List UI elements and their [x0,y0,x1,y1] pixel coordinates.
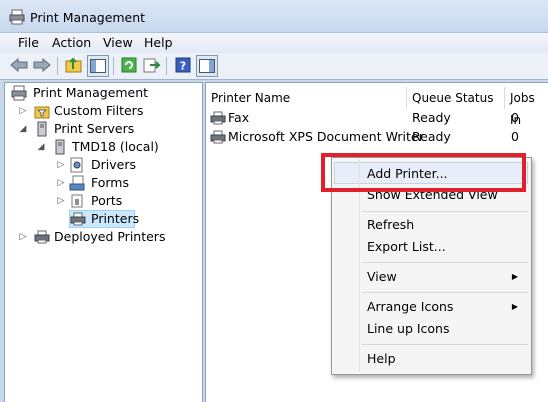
back-button[interactable] [9,55,29,75]
submenu-arrow-icon: ▶ [511,272,518,281]
menu-item-label: Help [367,351,396,366]
tree-label: Deployed Printers [54,229,166,244]
svg-text:?: ? [180,60,186,73]
printer-icon [210,130,226,144]
print-management-icon [11,85,27,101]
toolbar-separator [57,57,58,75]
menu-action[interactable]: Action [52,35,91,50]
export-icon [143,58,161,73]
tree-item-forms[interactable]: ▷ Forms [57,174,177,192]
toolbar-separator [113,57,114,75]
menu-help[interactable]: Help [144,35,173,50]
tree-label: Custom Filters [54,103,144,118]
printer-icon [70,212,86,226]
menu-separator [362,344,528,345]
printer-name-cell: Fax [228,110,250,125]
menu-separator [362,262,528,263]
tree-item-print-servers[interactable]: ◢ Print Servers [19,120,189,138]
menu-item-help[interactable]: Help [334,348,528,370]
print-management-icon [9,9,25,25]
toolbar-separator [166,57,167,75]
menu-item-label: View [367,269,397,284]
tree-item-ports[interactable]: ▷ Ports [57,192,177,210]
printer-icon [34,230,50,244]
tree-label: Ports [91,193,123,208]
tree-item-drivers[interactable]: ▷ Drivers [57,156,177,174]
forms-icon [69,175,85,191]
jobs-in-cell: 0 [511,129,519,144]
column-header-queue-status[interactable]: Queue Status [407,87,505,109]
tree-label: Print Servers [54,121,135,136]
menu-item-label: Export List... [367,239,446,254]
queue-status-cell: Ready [412,129,451,144]
server-icon [55,139,65,155]
tree-label: Print Management [33,85,149,100]
up-folder-button[interactable] [64,55,84,75]
menu-item-view[interactable]: View ▶ [334,266,528,288]
menu-separator [362,211,528,212]
tree-item-deployed-printers[interactable]: ▷ Deployed Printers [19,228,189,246]
help-icon: ? [175,57,191,73]
collapse-icon[interactable]: ◢ [19,120,27,138]
drivers-icon [70,157,83,173]
refresh-button[interactable] [119,55,139,75]
tree-label: TMD18 (local) [72,139,159,154]
console-tree-icon [90,59,106,73]
expand-icon[interactable]: ▷ [19,102,27,120]
collapse-icon[interactable]: ◢ [37,138,45,156]
window-title: Print Management [30,10,146,25]
expand-icon[interactable]: ▷ [57,192,65,210]
menu-file[interactable]: File [18,35,39,50]
menu-view[interactable]: View [103,35,133,50]
show-hide-tree-button[interactable] [87,55,109,77]
ports-icon [71,194,83,208]
export-list-button[interactable] [142,55,162,75]
console-tree: Print Management ▷ Custom Filters ◢ Prin… [4,82,203,402]
menu-bar: File Action View Help [0,32,548,53]
queue-status-cell: Ready [412,110,451,125]
table-row[interactable]: Fax Ready 0 [206,109,548,127]
menu-item-label: Refresh [367,217,415,232]
tree-item-printers[interactable]: Printers [69,210,139,228]
expand-icon[interactable]: ▷ [57,174,65,192]
tree-label: Forms [91,175,130,190]
refresh-icon [121,57,137,73]
menu-item-arrange-icons[interactable]: Arrange Icons ▶ [334,296,528,318]
jobs-in-cell: 0 [511,110,519,125]
table-row[interactable]: Microsoft XPS Document Writer Ready 0 [206,128,548,146]
menu-item-refresh[interactable]: Refresh [334,214,528,236]
tree-label: Drivers [91,157,136,172]
column-header-printer-name[interactable]: Printer Name [206,87,407,109]
fax-printer-icon [210,111,226,125]
submenu-arrow-icon: ▶ [511,302,518,311]
menu-item-label: Arrange Icons [367,299,454,314]
printer-name-cell: Microsoft XPS Document Writer [228,129,424,144]
menu-separator [362,292,528,293]
highlight-box [321,153,526,192]
server-icon [37,121,47,137]
expand-icon[interactable]: ▷ [57,156,65,174]
tree-item-custom-filters[interactable]: ▷ Custom Filters [19,102,189,120]
column-header-jobs-in[interactable]: Jobs In [505,87,548,127]
title-bar: Print Management [0,0,548,32]
toolbar: ? [0,53,548,80]
folder-up-icon [65,57,82,73]
filter-folder-icon [34,106,50,119]
tree-item-server-tmd18[interactable]: ◢ TMD18 (local) [37,138,197,156]
menu-item-label: Line up Icons [367,321,450,336]
expand-icon[interactable]: ▷ [19,228,27,246]
tree-label: Printers [91,211,140,226]
menu-item-line-up-icons[interactable]: Line up Icons [334,318,528,340]
back-arrow-icon [10,58,28,72]
forward-button[interactable] [32,55,52,75]
action-pane-icon [199,59,215,73]
menu-item-export-list[interactable]: Export List... [334,236,528,258]
show-hide-action-pane-button[interactable] [196,55,218,77]
help-button[interactable]: ? [173,55,193,75]
forward-arrow-icon [33,58,51,72]
